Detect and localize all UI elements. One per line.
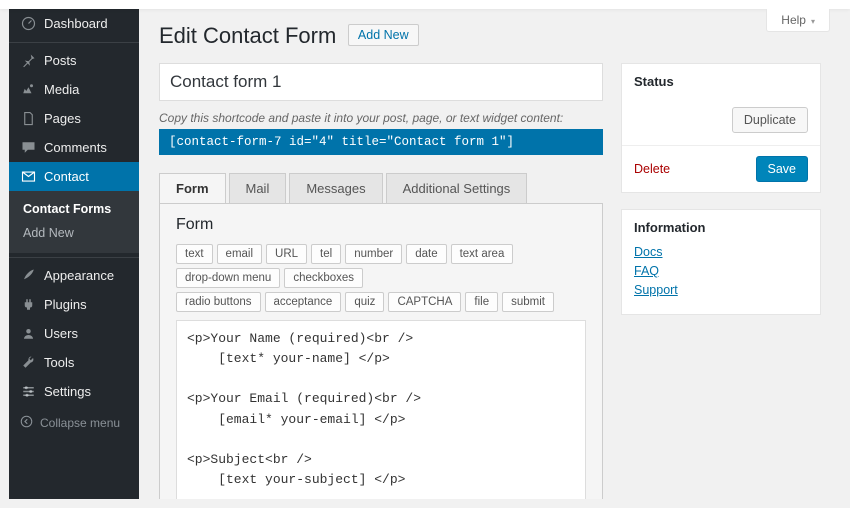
- sidebar-label: Pages: [44, 111, 81, 126]
- tab-mail[interactable]: Mail: [229, 173, 287, 203]
- collapse-icon: [19, 414, 34, 432]
- info-link-docs[interactable]: Docs: [634, 245, 808, 259]
- sidebar-label: Settings: [44, 384, 91, 399]
- sidebar-item-settings[interactable]: Settings: [9, 377, 139, 406]
- sidebar-label: Media: [44, 82, 79, 97]
- collapse-menu[interactable]: Collapse menu: [9, 406, 139, 440]
- duplicate-button[interactable]: Duplicate: [732, 107, 808, 133]
- sidebar-label: Comments: [44, 140, 107, 155]
- info-link-support[interactable]: Support: [634, 283, 808, 297]
- tag-email[interactable]: email: [217, 244, 262, 264]
- help-tab[interactable]: Help: [766, 9, 830, 32]
- shortcode-hint: Copy this shortcode and paste it into yo…: [159, 111, 603, 125]
- sidebar-label: Appearance: [44, 268, 114, 283]
- sidebar-item-media[interactable]: Media: [9, 75, 139, 104]
- media-icon: [19, 82, 37, 97]
- tag-number[interactable]: number: [345, 244, 402, 264]
- brush-icon: [19, 268, 37, 283]
- tab-additional-settings[interactable]: Additional Settings: [386, 173, 528, 203]
- tabs: Form Mail Messages Additional Settings: [159, 173, 603, 203]
- sidebar-label: Users: [44, 326, 78, 341]
- sidebar-item-tools[interactable]: Tools: [9, 348, 139, 377]
- tag-date[interactable]: date: [406, 244, 446, 264]
- tag-submit[interactable]: submit: [502, 292, 554, 312]
- page-title: Edit Contact Form: [159, 23, 336, 49]
- user-icon: [19, 326, 37, 341]
- sidebar-item-dashboard[interactable]: Dashboard: [9, 9, 139, 38]
- form-code-textarea[interactable]: <p>Your Name (required)<br /> [text* you…: [176, 320, 586, 499]
- info-link-faq[interactable]: FAQ: [634, 264, 808, 278]
- tag-text-area[interactable]: text area: [451, 244, 514, 264]
- tag-checkboxes[interactable]: checkboxes: [284, 268, 363, 288]
- sidebar-item-contact[interactable]: Contact: [9, 162, 139, 191]
- save-button[interactable]: Save: [756, 156, 809, 182]
- tag-drop-down-menu[interactable]: drop-down menu: [176, 268, 280, 288]
- comment-icon: [19, 140, 37, 155]
- sidebar-item-pages[interactable]: Pages: [9, 104, 139, 133]
- wrench-icon: [19, 355, 37, 370]
- form-panel: Form textemailURLtelnumberdatetext area d…: [159, 203, 603, 499]
- sidebar-item-comments[interactable]: Comments: [9, 133, 139, 162]
- form-title-input[interactable]: [159, 63, 603, 101]
- tag-text[interactable]: text: [176, 244, 213, 264]
- tab-form[interactable]: Form: [159, 173, 226, 203]
- tag-tel[interactable]: tel: [311, 244, 341, 264]
- sidebar-item-plugins[interactable]: Plugins: [9, 290, 139, 319]
- info-heading: Information: [634, 220, 808, 235]
- plug-icon: [19, 297, 37, 312]
- tag-URL[interactable]: URL: [266, 244, 307, 264]
- submenu-contact-forms[interactable]: Contact Forms: [9, 197, 139, 221]
- sidebar-label: Plugins: [44, 297, 87, 312]
- admin-sidebar: Dashboard Posts Media Pages Comments Con…: [9, 9, 139, 499]
- pin-icon: [19, 53, 37, 68]
- sidebar-item-posts[interactable]: Posts: [9, 42, 139, 75]
- delete-link[interactable]: Delete: [634, 162, 670, 176]
- tag-acceptance[interactable]: acceptance: [265, 292, 342, 312]
- settings-icon: [19, 384, 37, 399]
- status-box: Status Duplicate Delete Save: [621, 63, 821, 193]
- sidebar-submenu: Contact Forms Add New: [9, 191, 139, 253]
- tag-radio-buttons[interactable]: radio buttons: [176, 292, 261, 312]
- tag-file[interactable]: file: [465, 292, 498, 312]
- sidebar-label: Dashboard: [44, 16, 108, 31]
- submenu-add-new[interactable]: Add New: [9, 221, 139, 245]
- panel-heading: Form: [176, 216, 586, 234]
- mail-icon: [19, 169, 37, 184]
- shortcode-box[interactable]: [contact-form-7 id="4" title="Contact fo…: [159, 129, 603, 155]
- page-icon: [19, 111, 37, 126]
- status-heading: Status: [634, 74, 808, 89]
- sidebar-item-users[interactable]: Users: [9, 319, 139, 348]
- add-new-button[interactable]: Add New: [348, 24, 419, 46]
- tab-messages[interactable]: Messages: [289, 173, 382, 203]
- tag-quiz[interactable]: quiz: [345, 292, 384, 312]
- information-box: Information Docs FAQ Support: [621, 209, 821, 315]
- sidebar-label: Contact: [44, 169, 89, 184]
- sidebar-label: Posts: [44, 53, 77, 68]
- collapse-label: Collapse menu: [40, 416, 120, 430]
- dashboard-icon: [19, 16, 37, 31]
- tag-CAPTCHA[interactable]: CAPTCHA: [388, 292, 461, 312]
- sidebar-item-appearance[interactable]: Appearance: [9, 257, 139, 290]
- sidebar-label: Tools: [44, 355, 74, 370]
